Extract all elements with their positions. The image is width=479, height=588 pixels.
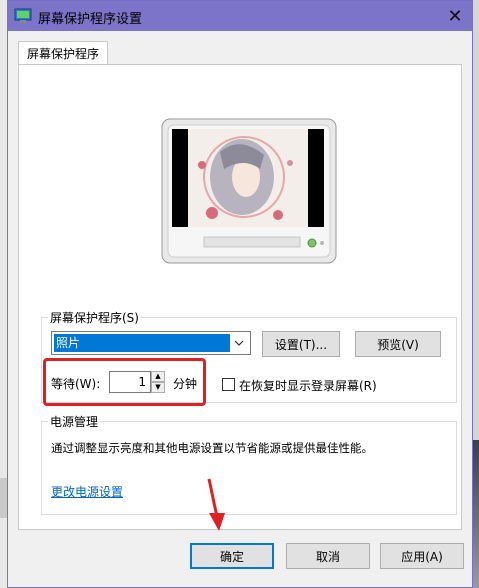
highlight-wait-box	[43, 358, 206, 406]
apply-button[interactable]: 应用(A)	[380, 543, 464, 569]
screensaver-select[interactable]: 照片	[51, 331, 251, 355]
window-title: 屏幕保护程序设置	[38, 12, 143, 27]
power-management-label: 电源管理	[48, 413, 101, 430]
monitor-preview	[161, 118, 337, 264]
screensaver-settings-dialog: 屏幕保护程序设置 ✕ 屏幕保护程序 屏幕保护程序(S) 照片 设置(T)... …	[7, 0, 473, 588]
tab-screensaver[interactable]: 屏幕保护程序	[18, 41, 108, 65]
close-button[interactable]: ✕	[438, 1, 472, 31]
monitor-app-icon	[14, 8, 32, 23]
resume-login-checkbox[interactable]	[222, 378, 235, 391]
resume-login-label[interactable]: 在恢复时显示登录屏幕(R)	[239, 377, 377, 394]
ok-button[interactable]: 确定	[190, 543, 274, 569]
settings-button[interactable]: 设置(T)...	[262, 331, 340, 357]
title-bar[interactable]: 屏幕保护程序设置 ✕	[8, 1, 472, 31]
preview-button[interactable]: 预览(V)	[355, 331, 441, 357]
change-power-settings-link[interactable]: 更改电源设置	[51, 483, 123, 500]
chevron-down-icon	[234, 340, 244, 346]
highlight-arrow-icon	[207, 478, 225, 531]
screensaver-group-label: 屏幕保护程序(S)	[48, 309, 141, 326]
power-description: 通过调整显示亮度和其他电源设置以节省能源或提供最佳性能。	[51, 441, 373, 455]
tab-panel: 屏幕保护程序(S) 照片 设置(T)... 预览(V) 等待(W): 1 ▲ ▼…	[18, 64, 462, 530]
cancel-button[interactable]: 取消	[286, 543, 370, 569]
power-management-group: 电源管理	[41, 413, 457, 515]
screensaver-selected-value: 照片	[53, 333, 231, 353]
